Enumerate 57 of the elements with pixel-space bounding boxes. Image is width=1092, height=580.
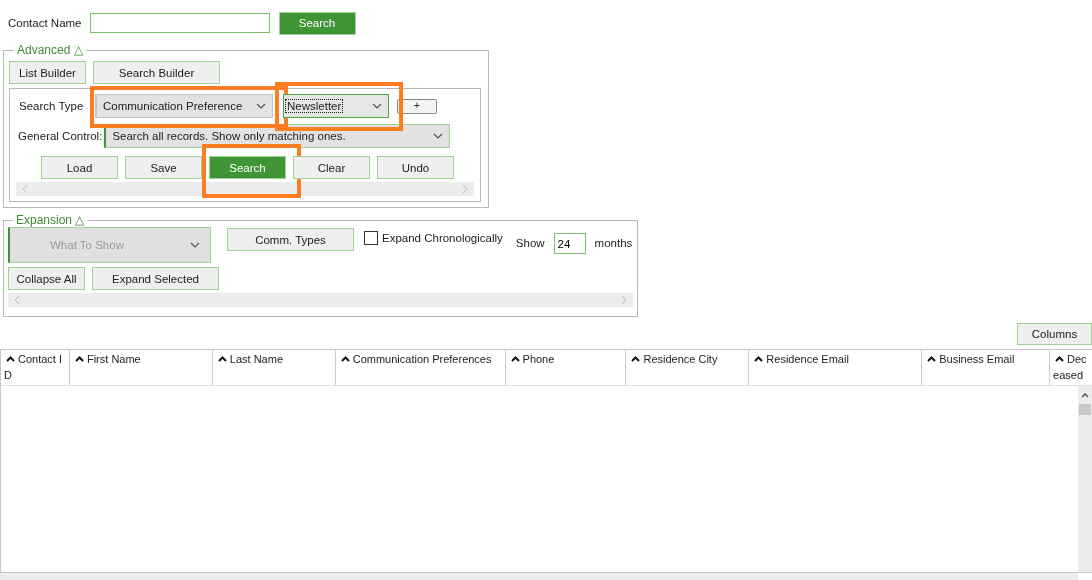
sort-up-icon [6, 356, 15, 362]
scroll-up-icon[interactable] [1081, 392, 1089, 398]
field-label: Search Type [19, 100, 85, 112]
field-label: General Control: [18, 130, 103, 142]
field-label: Show [515, 237, 545, 249]
section-legend[interactable]: Expansion △ [13, 213, 88, 227]
column-header[interactable]: Contact ID [1, 350, 70, 385]
sort-up-icon [927, 356, 937, 362]
checkbox[interactable] [364, 231, 378, 245]
expand-button[interactable]: Collapse All [8, 267, 85, 290]
chevron-down-icon [190, 242, 200, 248]
scroll-left-icon[interactable] [14, 296, 20, 304]
horizontal-scrollbar[interactable] [0, 573, 1078, 580]
field-label: months [594, 237, 633, 249]
sort-up-icon [74, 356, 84, 362]
column-header[interactable]: First Name [69, 350, 213, 385]
horizontal-scrollbar[interactable] [16, 182, 474, 196]
column-header[interactable]: Residence City [626, 350, 750, 385]
comm-types-button[interactable]: Comm. Types [227, 228, 354, 251]
action-button[interactable]: Undo [377, 156, 454, 179]
builder-button[interactable]: Search Builder [93, 61, 220, 84]
scroll-left-icon[interactable] [22, 185, 28, 193]
vertical-scrollbar[interactable] [1078, 386, 1092, 572]
builder-button[interactable]: List Builder [9, 61, 86, 84]
action-button[interactable]: Clear [293, 156, 370, 179]
column-header[interactable]: Last Name [212, 350, 336, 385]
sort-up-icon [217, 356, 227, 362]
sort-up-icon [340, 356, 350, 362]
sort-up-icon [631, 356, 641, 362]
chevron-down-icon [433, 133, 444, 139]
columns-button[interactable]: Columns [1017, 323, 1092, 345]
scroll-thumb[interactable] [1079, 404, 1091, 415]
scroll-right-icon[interactable] [621, 296, 627, 304]
action-button[interactable]: Load [41, 156, 118, 179]
field-label: Contact Name [8, 17, 82, 29]
section-legend[interactable]: Advanced △ [14, 43, 86, 57]
column-header[interactable]: Phone [505, 350, 627, 385]
chevron-down-icon [256, 103, 266, 109]
dropdown[interactable]: Communication Preference [95, 94, 273, 118]
sort-up-icon [754, 356, 764, 362]
action-button[interactable]: Search [209, 156, 286, 179]
dropdown[interactable]: Newsletter [283, 94, 389, 118]
contact-name-field[interactable] [89, 13, 270, 33]
sort-up-icon [1055, 356, 1065, 362]
search-button[interactable]: Search [278, 11, 356, 35]
months-field[interactable]: 24 [553, 233, 586, 254]
chevron-down-icon [372, 103, 382, 109]
sort-up-icon [510, 356, 520, 362]
action-button[interactable]: Save [125, 156, 202, 179]
column-header[interactable]: Business Email [922, 350, 1051, 385]
column-header[interactable]: Deceased [1050, 350, 1092, 385]
scroll-right-icon[interactable] [462, 185, 468, 193]
column-header[interactable]: Communication Preferences [335, 350, 506, 385]
expand-button[interactable]: Expand Selected [92, 267, 219, 290]
column-header[interactable]: Residence Email [749, 350, 923, 385]
horizontal-scrollbar[interactable] [8, 293, 633, 307]
checkbox-label: Expand Chronologically [382, 232, 503, 244]
